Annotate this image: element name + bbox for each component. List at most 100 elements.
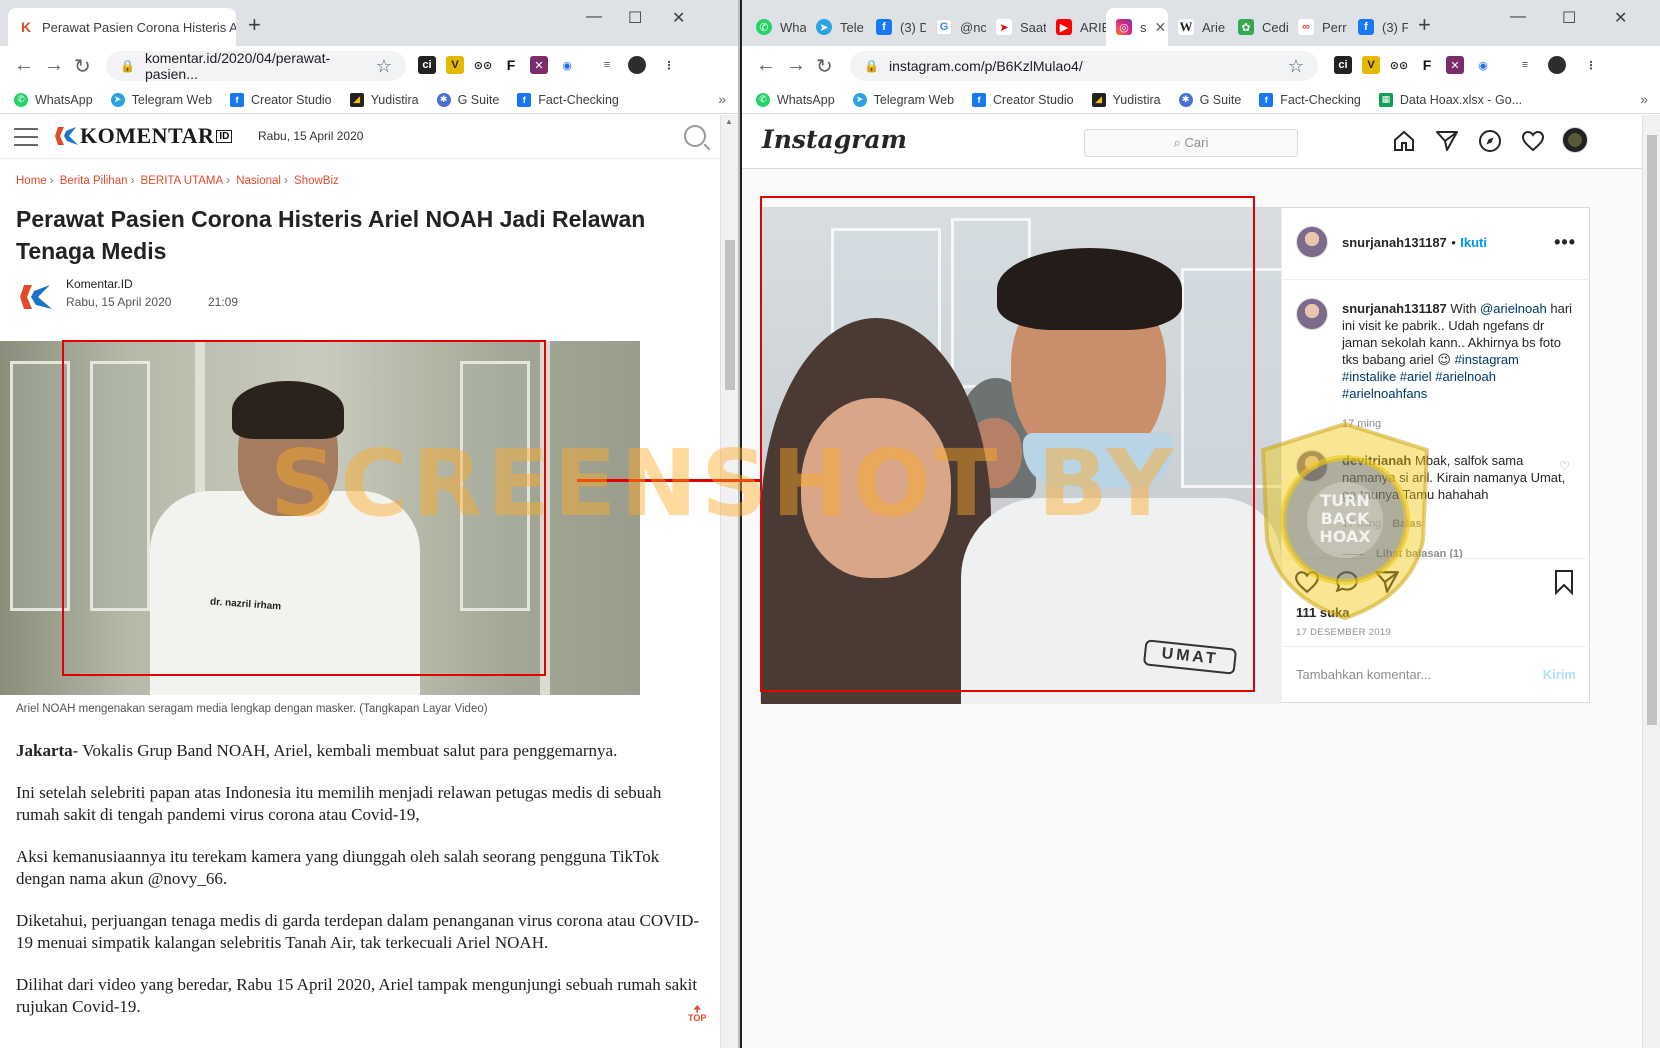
tab-youtube[interactable]: ▶ ARIE [1046,8,1106,46]
extension-icon[interactable]: ⊙⊙ [1390,56,1408,74]
reload-icon[interactable]: ↻ [74,54,91,79]
extension-icon[interactable]: ci [418,56,436,74]
caption-mention[interactable]: @arielnoah [1480,301,1547,316]
bookmark-creator-studio[interactable]: f Creator Studio [230,92,332,107]
instagram-logo[interactable]: Instagram [762,125,907,154]
extension-icon[interactable]: F [1418,56,1436,74]
breadcrumb-home[interactable]: Home [16,175,47,187]
more-bookmarks-icon[interactable]: » [718,91,726,107]
profile-avatar[interactable] [628,56,646,74]
like-count[interactable]: 111 suka [1296,605,1350,620]
tab-telegram[interactable]: ➤ Tele [806,8,866,46]
back-icon[interactable]: ← [756,54,776,77]
left-scrollbar[interactable]: ▲ [720,115,738,1048]
extension-icon[interactable]: V [446,56,464,74]
minimize-icon[interactable]: — [1510,8,1526,26]
follow-button[interactable]: Ikuti [1460,235,1487,250]
breadcrumb-berita-utama[interactable]: BERITA UTAMA [141,175,224,187]
profile-avatar[interactable] [1562,127,1588,153]
tab-wikipedia[interactable]: W Arie [1168,8,1228,46]
tab-cedi[interactable]: ✿ Cedi [1228,8,1288,46]
tab-perr[interactable]: ∞ Perr [1288,8,1348,46]
search-input[interactable]: ⌕ Cari [1084,129,1298,157]
extension-icon[interactable]: ✕ [530,56,548,74]
right-scrollbar[interactable] [1642,115,1660,1048]
forward-icon[interactable]: → [44,54,64,77]
window-close-icon[interactable]: ✕ [672,8,685,28]
komentar-logo[interactable]: KOMENTAR ID [54,123,233,149]
window-close-icon[interactable]: ✕ [1614,8,1627,28]
scrollbar-thumb[interactable] [1647,135,1657,725]
view-replies[interactable]: Lihat balasan (1) [1342,546,1463,558]
caption-avatar[interactable] [1296,298,1328,330]
author-avatar[interactable] [16,279,56,315]
left-address-bar[interactable]: 🔒 komentar.id/2020/04/perawat-pasien... … [106,50,406,82]
comment-username[interactable]: devitrianah [1342,453,1411,468]
media-control-icon[interactable]: ≡ [1516,56,1534,74]
tab-google[interactable]: G @nc [926,8,986,46]
scrollbar-thumb[interactable] [725,240,735,390]
reply-button[interactable]: Balas [1392,518,1421,530]
bookmark-yudistira[interactable]: ◢ Yudistira [1091,92,1161,107]
tab-facebook-2[interactable]: f (3) F [1348,8,1408,46]
direct-message-icon[interactable] [1435,129,1459,153]
bookmark-gsuite[interactable]: ✱ G Suite [436,92,499,107]
tab-whatsapp[interactable]: ✆ Wha [746,8,806,46]
new-tab-icon[interactable]: + [1418,12,1431,38]
new-tab-icon[interactable]: + [248,12,261,38]
menu-icon[interactable]: ⋮ [1582,56,1600,74]
maximize-icon[interactable]: ☐ [1562,8,1576,28]
caption-username[interactable]: snurjanah131187 [1342,301,1447,316]
search-icon[interactable] [684,125,706,147]
heart-icon[interactable] [1521,129,1545,153]
bookmark-save-icon[interactable] [1552,569,1576,595]
back-icon[interactable]: ← [14,54,34,77]
bookmark-star-icon[interactable]: ☆ [1288,56,1304,77]
bookmark-telegram[interactable]: ➤ Telegram Web [852,92,954,107]
like-heart-icon[interactable] [1294,569,1320,595]
hamburger-menu-icon[interactable] [14,128,38,152]
extension-icon[interactable]: ci [1334,56,1352,74]
share-icon[interactable] [1374,569,1400,595]
tab-instagram[interactable]: ◎ s ✕ [1106,8,1168,46]
reload-icon[interactable]: ↻ [816,54,833,79]
bookmark-fact-checking[interactable]: f Fact-Checking [1259,92,1361,107]
commenter-avatar[interactable] [1296,450,1328,482]
bookmark-whatsapp[interactable]: ✆ WhatsApp [14,92,93,107]
right-address-bar[interactable]: 🔒 instagram.com/p/B6KzlMulao4/ ☆ [850,51,1318,81]
extension-icon[interactable]: ✕ [1446,56,1464,74]
extension-icon[interactable]: F [502,56,520,74]
comment-icon[interactable] [1334,569,1360,595]
breadcrumb-berita-pilihan[interactable]: Berita Pilihan [60,175,128,187]
author-username[interactable]: snurjanah131187 [1342,235,1447,250]
extension-icon[interactable]: ◉ [1474,56,1492,74]
menu-icon[interactable]: ⋮ [660,56,678,74]
maximize-icon[interactable]: ☐ [628,8,642,28]
extension-icon[interactable]: ◉ [558,56,576,74]
home-icon[interactable] [1392,129,1416,153]
extension-icon[interactable]: V [1362,56,1380,74]
bookmark-whatsapp[interactable]: ✆ WhatsApp [756,92,835,107]
author-name[interactable]: Komentar.ID [66,277,133,291]
left-tab-komentar[interactable]: K Perawat Pasien Corona Histeris A ✕ [8,8,236,46]
bookmark-data-hoax[interactable]: ▦ Data Hoax.xlsx - Go... [1378,92,1522,107]
add-comment-input[interactable]: Tambahkan komentar... [1296,667,1431,682]
media-control-icon[interactable]: ≡ [598,56,616,74]
send-comment-button[interactable]: Kirim [1543,667,1576,682]
minimize-icon[interactable]: — [586,8,602,26]
tab-facebook[interactable]: f (3) D [866,8,926,46]
tab-saat[interactable]: ➤ Saat [986,8,1046,46]
explore-compass-icon[interactable] [1478,129,1502,153]
bookmark-yudistira[interactable]: ◢ Yudistira [349,92,419,107]
breadcrumb-nasional[interactable]: Nasional [236,175,281,187]
comment-like-icon[interactable]: ♡ [1559,458,1570,475]
bookmark-star-icon[interactable]: ☆ [376,56,392,77]
bookmark-gsuite[interactable]: ✱ G Suite [1178,92,1241,107]
breadcrumb-showbiz[interactable]: ShowBiz [294,175,339,187]
extension-icon[interactable]: ⊙⊙ [474,56,492,74]
more-bookmarks-icon[interactable]: » [1640,91,1648,107]
bookmark-fact-checking[interactable]: f Fact-Checking [517,92,619,107]
bookmark-telegram[interactable]: ➤ Telegram Web [110,92,212,107]
author-avatar[interactable] [1296,226,1328,258]
close-icon[interactable]: ✕ [1147,19,1167,36]
